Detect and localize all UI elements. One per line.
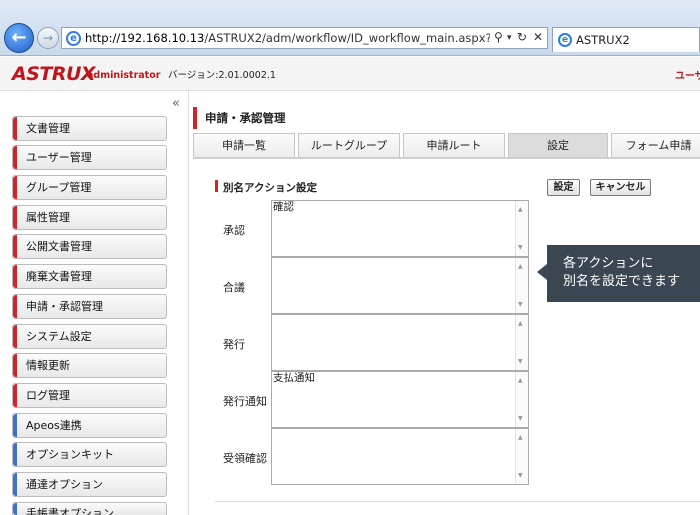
tab-settings[interactable]: 設定: [508, 133, 608, 157]
tab-request-list[interactable]: 申請一覧: [193, 133, 295, 157]
save-button[interactable]: 設定: [547, 179, 580, 196]
app-header: ASTRUX administrator バージョン:2.01.0002.1 ユ…: [0, 57, 700, 91]
sidebar-item-group[interactable]: グループ管理: [12, 175, 167, 200]
sidebar-item-apeos[interactable]: Apeos連携: [12, 413, 167, 438]
stop-icon[interactable]: ✕: [533, 30, 543, 44]
user-link[interactable]: ユーザ: [675, 67, 700, 82]
sidebar-item-notice-option[interactable]: 通達オプション: [12, 472, 167, 497]
sidebar-item-option-kit[interactable]: オプションキット: [12, 442, 167, 467]
scroll-up-icon[interactable]: ▲: [518, 375, 523, 387]
page-title-accent: [193, 107, 197, 129]
sidebar-item-attribute[interactable]: 属性管理: [12, 205, 167, 230]
url-path: /ASTRUX2/adm/workflow/ID_workflow_main.a…: [204, 31, 490, 45]
approve-textarea[interactable]: 確認 ▲ ▼: [271, 200, 529, 257]
sidebar-item-disposed-doc[interactable]: 廃棄文書管理: [12, 264, 167, 289]
address-bar[interactable]: e http://192.168.10.13/ASTRUX2/adm/workf…: [61, 27, 548, 49]
logo-subtitle: administrator: [87, 70, 161, 81]
tab-request-route[interactable]: 申請ルート: [403, 133, 505, 157]
address-url[interactable]: http://192.168.10.13/ASTRUX2/adm/workflo…: [85, 31, 490, 47]
search-icon[interactable]: ⚲: [494, 30, 503, 44]
back-arrow-icon[interactable]: ←: [4, 23, 34, 53]
scroll-down-icon[interactable]: ▼: [518, 299, 523, 311]
issue-notice-value: 支払通知: [273, 372, 315, 384]
cancel-button[interactable]: キャンセル: [590, 179, 651, 196]
sidebar-item-public-doc[interactable]: 公開文書管理: [12, 234, 167, 259]
issue-notice-textarea[interactable]: 支払通知 ▲ ▼: [271, 371, 529, 428]
ie-logo-icon: e: [66, 31, 81, 46]
scroll-down-icon[interactable]: ▼: [518, 470, 523, 482]
approve-value: 確認: [273, 201, 294, 213]
textarea-scrollbar[interactable]: ▲ ▼: [515, 372, 528, 427]
tab-bar: 申請一覧 ルートグループ 申請ルート 設定 フォーム申請: [193, 133, 700, 157]
approve-label: 承認: [223, 224, 245, 237]
receipt-textarea[interactable]: ▲ ▼: [271, 428, 529, 485]
tooltip-callout: 各アクションに 別名を設定できます: [537, 245, 700, 302]
textarea-scrollbar[interactable]: ▲ ▼: [515, 315, 528, 370]
scroll-down-icon[interactable]: ▼: [518, 413, 523, 425]
tab-title: ASTRUX2: [576, 33, 630, 47]
textarea-scrollbar[interactable]: ▲ ▼: [515, 258, 528, 313]
section-title: 別名アクション設定: [223, 182, 317, 194]
scroll-down-icon[interactable]: ▼: [518, 356, 523, 368]
astrux-logo: ASTRUX: [12, 63, 96, 85]
textarea-scrollbar[interactable]: ▲ ▼: [515, 429, 528, 484]
scroll-up-icon[interactable]: ▲: [518, 261, 523, 273]
sidebar-item-handbook-option[interactable]: 手帳書オプション: [12, 502, 167, 515]
issue-notice-label: 発行通知: [223, 395, 267, 408]
sidebar-item-system[interactable]: システム設定: [12, 324, 167, 349]
url-host: http://192.168.10.13: [85, 31, 205, 45]
collapse-sidebar-icon[interactable]: «: [172, 96, 180, 111]
ie-tab-icon: e: [558, 33, 572, 47]
scroll-up-icon[interactable]: ▲: [518, 204, 523, 216]
scroll-up-icon[interactable]: ▲: [518, 318, 523, 330]
section-accent: [215, 180, 218, 192]
consult-textarea[interactable]: ▲ ▼: [271, 257, 529, 314]
tab-underline: [193, 157, 700, 159]
consult-label: 合議: [223, 281, 245, 294]
page-title: 申請・承認管理: [205, 111, 286, 125]
tab-route-group[interactable]: ルートグループ: [298, 133, 400, 157]
receipt-label: 受領確認: [223, 452, 267, 465]
sidebar-item-log[interactable]: ログ管理: [12, 383, 167, 408]
browser-toolbar: ← → e http://192.168.10.13/ASTRUX2/adm/w…: [0, 0, 700, 56]
tab-form-request[interactable]: フォーム申請: [611, 133, 700, 157]
issue-textarea[interactable]: ▲ ▼: [271, 314, 529, 371]
scroll-down-icon[interactable]: ▼: [518, 242, 523, 254]
sidebar-item-user[interactable]: ユーザー管理: [12, 145, 167, 170]
dropdown-arrow-icon[interactable]: ▾: [507, 33, 512, 43]
browser-tab[interactable]: e ASTRUX2: [552, 27, 700, 52]
textarea-scrollbar[interactable]: ▲ ▼: [515, 201, 528, 256]
version-text: バージョン:2.01.0002.1: [168, 70, 276, 81]
callout-text: 各アクションに 別名を設定できます: [563, 256, 681, 289]
sidebar-item-document[interactable]: 文書管理: [12, 116, 167, 141]
form-divider: [215, 501, 700, 502]
sidebar-item-update[interactable]: 情報更新: [12, 353, 167, 378]
scroll-up-icon[interactable]: ▲: [518, 432, 523, 444]
forward-arrow-icon[interactable]: →: [37, 27, 59, 49]
refresh-icon[interactable]: ↻: [517, 30, 527, 44]
sidebar-item-workflow[interactable]: 申請・承認管理: [12, 294, 167, 319]
issue-label: 発行: [223, 338, 245, 351]
